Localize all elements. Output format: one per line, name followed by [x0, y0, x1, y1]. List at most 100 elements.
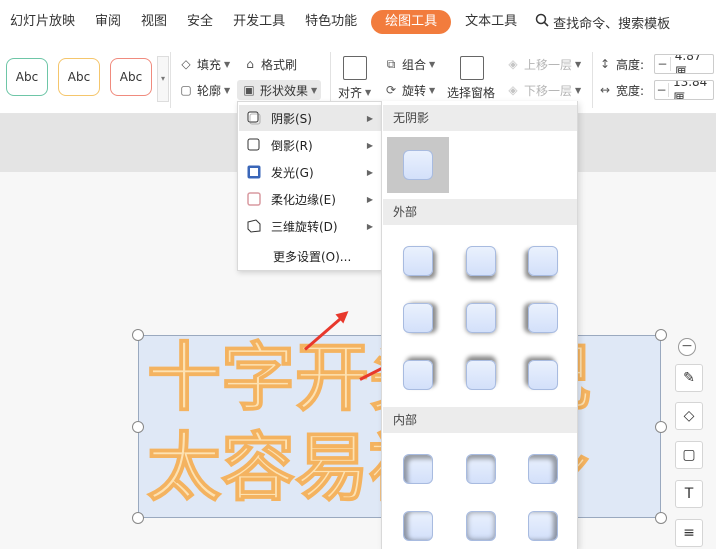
- outer-shadow-option[interactable]: [528, 246, 558, 276]
- outline-tool[interactable]: ▢: [675, 441, 703, 469]
- text-effect-tool[interactable]: T: [675, 480, 703, 508]
- inner-shadow-option[interactable]: [403, 454, 433, 484]
- outer-shadow-option[interactable]: [466, 303, 496, 333]
- tab-text-tools[interactable]: 文本工具: [455, 10, 527, 34]
- chevron-right-icon: ▶: [366, 221, 373, 231]
- align-label: 对齐: [338, 85, 363, 100]
- tab-drawing-tools[interactable]: 绘图工具: [371, 10, 452, 34]
- outer-shadow-option[interactable]: [466, 246, 496, 276]
- resize-handle-top-left[interactable]: [132, 329, 144, 341]
- menu-item-label: 阴影(S): [271, 111, 312, 126]
- resize-handle-left[interactable]: [132, 421, 144, 433]
- outer-shadow-option[interactable]: [466, 360, 496, 390]
- outer-shadow-option[interactable]: [403, 360, 433, 390]
- inner-shadow-option[interactable]: [403, 511, 433, 541]
- inner-shadow-option[interactable]: [466, 454, 496, 484]
- ribbon-tab-bar: 幻灯片放映 审阅 视图 安全 开发工具 特色功能 绘图工具 文本工具 查找命令、…: [0, 0, 716, 44]
- bring-forward-icon: ◈: [508, 57, 518, 71]
- inner-shadow-option[interactable]: [528, 511, 558, 541]
- align-icon[interactable]: [343, 56, 367, 80]
- menu-item-soft-edges[interactable]: 柔化边缘(E) ▶: [239, 186, 381, 212]
- 3d-rotation-icon: [247, 219, 261, 233]
- text-align-tool[interactable]: ≡: [675, 519, 703, 547]
- fill-button[interactable]: ◇ 填充 ▼: [178, 54, 230, 74]
- ribbon-separator: [592, 52, 593, 108]
- shape-effect-label: 形状效果: [260, 83, 309, 98]
- height-label: 高度:: [616, 57, 645, 72]
- align-button[interactable]: 对齐 ▼: [338, 82, 371, 102]
- menu-item-glow[interactable]: 发光(G) ▶: [239, 159, 381, 185]
- tab-review[interactable]: 审阅: [85, 10, 131, 34]
- width-label-group: ↔ 宽度:: [597, 80, 644, 100]
- shape-effect-button[interactable]: ▣ 形状效果 ▼: [237, 80, 322, 100]
- outline-button[interactable]: ▢ 轮廓 ▼: [178, 80, 230, 100]
- selection-pane-button[interactable]: 选择窗格: [447, 82, 495, 102]
- chevron-down-icon: ▼: [311, 85, 318, 95]
- reflection-icon: [247, 138, 260, 151]
- outer-shadow-option[interactable]: [528, 360, 558, 390]
- ribbon-separator: [330, 52, 331, 108]
- resize-handle-bottom-right[interactable]: [655, 512, 667, 524]
- menu-item-3d-rotation[interactable]: 三维旋转(D) ▶: [239, 213, 381, 239]
- text-align-icon: ≡: [683, 525, 695, 541]
- fill-tool[interactable]: ◇: [675, 402, 703, 430]
- menu-item-label: 倒影(R): [271, 138, 313, 153]
- rotate-button[interactable]: ⟳ 旋转 ▼: [383, 80, 435, 100]
- menu-item-label: 更多设置(O)...: [273, 249, 352, 264]
- resize-handle-bottom-left[interactable]: [132, 512, 144, 524]
- command-search[interactable]: 查找命令、搜索模板: [527, 13, 670, 32]
- collapse-toolbar-icon[interactable]: −: [678, 338, 696, 356]
- menu-item-label: 柔化边缘(E): [271, 192, 336, 207]
- chevron-right-icon: ▶: [366, 194, 373, 204]
- section-inner: 内部: [383, 407, 577, 433]
- chevron-down-icon: ▼: [429, 85, 436, 95]
- outer-shadow-option[interactable]: [403, 246, 433, 276]
- chevron-down-icon: ▼: [575, 59, 582, 69]
- inner-shadow-option[interactable]: [528, 454, 558, 484]
- paint-bucket-icon: ◇: [181, 57, 191, 71]
- outer-shadow-option[interactable]: [403, 303, 433, 333]
- outer-shadow-option[interactable]: [528, 303, 558, 333]
- glow-icon: [247, 165, 261, 179]
- tab-slideshow[interactable]: 幻灯片放映: [0, 10, 85, 34]
- height-decrease-button[interactable]: −: [655, 57, 671, 71]
- shape-style-green[interactable]: Abc: [6, 58, 48, 96]
- shape-style-red[interactable]: Abc: [110, 58, 152, 96]
- resize-handle-right[interactable]: [655, 421, 667, 433]
- height-icon: ↕: [599, 57, 611, 71]
- section-no-shadow: 无阴影: [383, 105, 577, 131]
- height-field[interactable]: − 4.87厘: [654, 54, 714, 74]
- menu-item-shadow[interactable]: 阴影(S) ▶: [239, 105, 381, 131]
- width-decrease-button[interactable]: −: [655, 83, 669, 97]
- rotate-icon: ⟳: [385, 83, 397, 97]
- section-outer: 外部: [383, 199, 577, 225]
- width-field[interactable]: − 13.84厘: [654, 80, 714, 100]
- format-brush-button[interactable]: ⌂ 格式刷: [242, 54, 297, 74]
- width-label: 宽度:: [616, 83, 645, 98]
- tab-security[interactable]: 安全: [177, 10, 223, 34]
- menu-item-more-settings[interactable]: 更多设置(O)...: [239, 243, 381, 269]
- style-brush-tool[interactable]: ✎: [675, 364, 703, 392]
- chevron-down-icon: ▼: [429, 59, 436, 69]
- shape-style-yellow[interactable]: Abc: [58, 58, 100, 96]
- tab-features[interactable]: 特色功能: [295, 10, 367, 34]
- shadow-icon: [247, 111, 261, 125]
- menu-item-reflection[interactable]: 倒影(R) ▶: [239, 132, 381, 158]
- inner-shadow-option[interactable]: [466, 511, 496, 541]
- resize-handle-top-right[interactable]: [655, 329, 667, 341]
- bring-forward-label: 上移一层: [524, 57, 573, 72]
- selection-pane-icon[interactable]: [460, 56, 484, 80]
- group-button[interactable]: ⧉ 组合 ▼: [383, 54, 435, 74]
- no-shadow-option[interactable]: [387, 137, 449, 193]
- chevron-down-icon: ▼: [224, 85, 231, 95]
- tab-view[interactable]: 视图: [131, 10, 177, 34]
- chevron-right-icon: ▶: [366, 140, 373, 150]
- style-gallery-expand-button[interactable]: ▾: [157, 56, 169, 102]
- shape-effect-menu: 阴影(S) ▶ 倒影(R) ▶ 发光(G) ▶ 柔化边缘(E) ▶ 三维旋转(D…: [237, 101, 382, 271]
- chevron-right-icon: ▶: [366, 167, 373, 177]
- chevron-down-icon: ▼: [575, 85, 582, 95]
- bring-forward-button[interactable]: ◈ 上移一层 ▼: [505, 54, 581, 74]
- soft-edges-icon: [247, 192, 261, 206]
- tab-developer[interactable]: 开发工具: [223, 10, 295, 34]
- send-backward-button[interactable]: ◈ 下移一层 ▼: [505, 80, 581, 100]
